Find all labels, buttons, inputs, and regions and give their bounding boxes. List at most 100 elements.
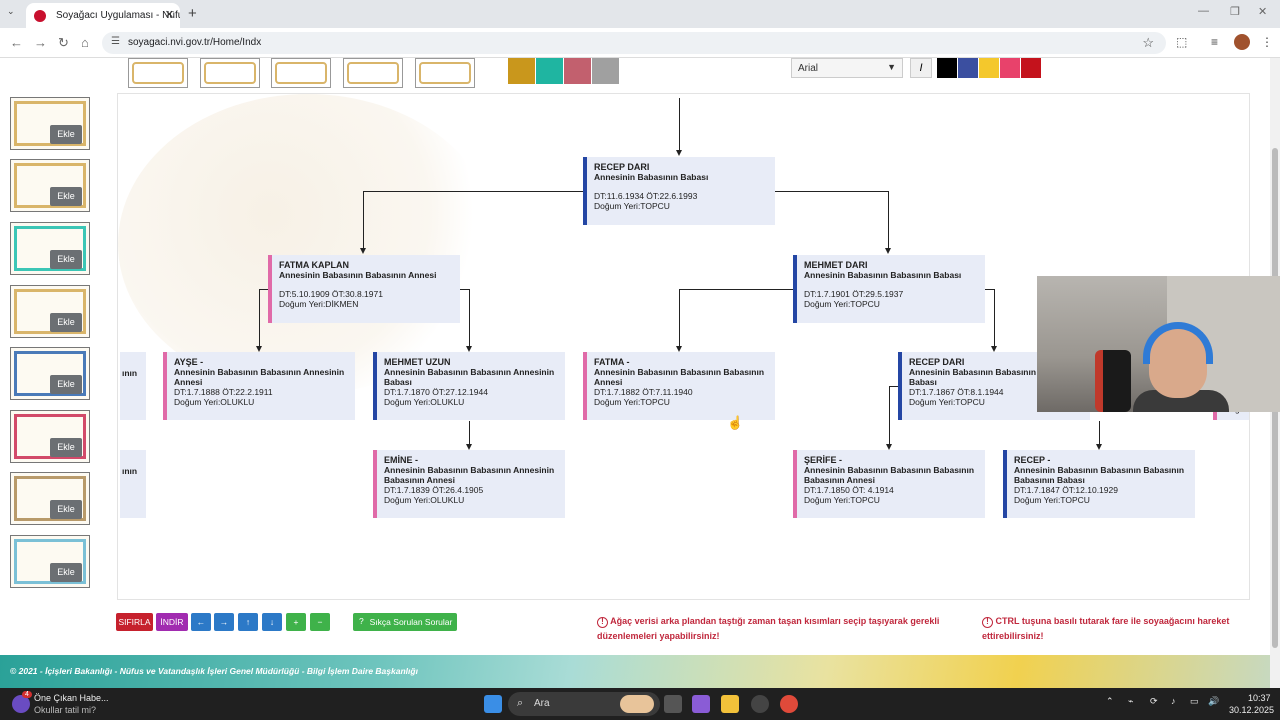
extensions-icon[interactable]: ⬚ xyxy=(1176,35,1187,49)
person-node[interactable]: EMİNE - Annesinin Babasının Babasının An… xyxy=(373,450,565,518)
file-explorer-icon[interactable] xyxy=(721,695,739,713)
frame-option-2[interactable] xyxy=(200,58,260,88)
move-left-button[interactable]: ← xyxy=(191,613,211,631)
ekle-button[interactable]: Ekle xyxy=(50,250,82,269)
chrome-icon[interactable] xyxy=(780,695,798,713)
back-icon[interactable]: ← xyxy=(10,35,23,50)
clock-time[interactable]: 10:37 xyxy=(1248,693,1271,703)
footer-text: © 2021 - İçişleri Bakanlığı - Nüfus ve V… xyxy=(10,666,418,676)
clock-date[interactable]: 30.12.2025 xyxy=(1229,705,1274,715)
news-title[interactable]: Öne Çıkan Habe... xyxy=(34,693,109,703)
person-node[interactable]: FATMA - Annesinin Babasının Babasının Ba… xyxy=(583,352,775,420)
new-tab-button[interactable]: + xyxy=(188,5,197,22)
sync-icon[interactable]: ⟳ xyxy=(1150,696,1158,707)
warning-icon: ! xyxy=(982,617,993,628)
reset-button[interactable]: SIFIRLA xyxy=(116,613,153,631)
template-card: Ekle xyxy=(10,222,90,275)
ekle-button[interactable]: Ekle xyxy=(50,313,82,332)
help-icon: ? xyxy=(359,616,364,626)
ministry-seal-watermark xyxy=(118,94,498,394)
close-window-icon[interactable]: ✕ xyxy=(1258,5,1267,18)
font-select[interactable]: Arial ▼ xyxy=(791,58,903,78)
move-down-button[interactable]: ↓ xyxy=(262,613,282,631)
warning-icon: ! xyxy=(597,617,608,628)
person-node[interactable]: RECEP - Annesinin Babasının Babasının Ba… xyxy=(1003,450,1195,518)
search-highlight-icon xyxy=(620,695,654,713)
faq-button[interactable]: ? Sıkça Sorulan Sorular xyxy=(353,613,457,631)
person-node[interactable]: MEHMET DARI Annesinin Babasının Babasını… xyxy=(793,255,985,323)
tab-title: Soyağacı Uygulaması - Nüfus ve xyxy=(56,10,180,21)
frame-option-1[interactable] xyxy=(128,58,188,88)
italic-button[interactable]: I xyxy=(910,58,932,78)
home-icon[interactable]: ⌂ xyxy=(81,35,89,50)
person-node[interactable]: MEHMET UZUN Annesinin Babasının Babasını… xyxy=(373,352,565,420)
font-color-swatch[interactable] xyxy=(1000,58,1020,78)
template-card: Ekle xyxy=(10,535,90,588)
bg-color-swatch[interactable] xyxy=(564,58,591,84)
url-text: soyagaci.nvi.gov.tr/Home/Indx xyxy=(128,37,262,48)
frame-option-3[interactable] xyxy=(271,58,331,88)
person-node-partial[interactable]: ının xyxy=(120,450,146,518)
webcam-overlay xyxy=(1037,276,1280,412)
ekle-button[interactable]: Ekle xyxy=(50,438,82,457)
ekle-button[interactable]: Ekle xyxy=(50,563,82,582)
copilot-icon[interactable] xyxy=(692,695,710,713)
person-node[interactable]: AYŞE - Annesinin Babasının Babasının Ann… xyxy=(163,352,355,420)
task-view-icon[interactable] xyxy=(664,695,682,713)
frame-option-4[interactable] xyxy=(343,58,403,88)
show-hidden-icons[interactable]: ⌃ xyxy=(1106,696,1114,707)
move-up-button[interactable]: ↑ xyxy=(238,613,258,631)
person-node[interactable]: RECEP DARI Annesinin Babasının Babası DT… xyxy=(583,157,775,225)
person-node[interactable]: FATMA KAPLAN Annesinin Babasının Babasın… xyxy=(268,255,460,323)
info-note-drag: ! Ağaç verisi arka plandan taştığı zaman… xyxy=(597,616,940,641)
hand-cursor-icon: ☝ xyxy=(727,415,744,430)
ekle-button[interactable]: Ekle xyxy=(50,187,82,206)
font-color-swatch[interactable] xyxy=(958,58,978,78)
tab-search-icon[interactable]: ⌄ xyxy=(7,6,15,17)
search-icon: ⌕ xyxy=(517,697,524,709)
browser-tab-strip: ⌄ Soyağacı Uygulaması - Nüfus ve ✕ + — ❐… xyxy=(0,0,1280,28)
site-info-icon[interactable]: ☰ xyxy=(111,36,120,47)
profile-avatar[interactable] xyxy=(1234,34,1250,50)
template-card: Ekle xyxy=(10,159,90,212)
tab-close-icon[interactable]: ✕ xyxy=(165,8,174,21)
ekle-button[interactable]: Ekle xyxy=(50,500,82,519)
windows-start-icon[interactable] xyxy=(484,695,502,713)
network-icon[interactable]: ⌁ xyxy=(1128,696,1133,707)
bg-color-swatch[interactable] xyxy=(592,58,619,84)
person-node[interactable]: ŞERİFE - Annesinin Babasının Babasının B… xyxy=(793,450,985,518)
download-button[interactable]: İNDİR xyxy=(156,613,188,631)
reload-icon[interactable]: ↻ xyxy=(58,35,69,51)
font-color-swatch[interactable] xyxy=(1021,58,1041,78)
move-right-button[interactable]: → xyxy=(214,613,234,631)
template-card: Ekle xyxy=(10,97,90,150)
chevron-down-icon: ▼ xyxy=(887,62,896,72)
template-card: Ekle xyxy=(10,285,90,338)
address-bar[interactable]: ☰ soyagaci.nvi.gov.tr/Home/Indx ☆ xyxy=(102,32,1166,54)
browser-tab[interactable]: Soyağacı Uygulaması - Nüfus ve ✕ xyxy=(26,3,180,28)
recorder-app-icon[interactable] xyxy=(751,695,769,713)
reading-list-icon[interactable]: ≡ xyxy=(1211,35,1218,49)
template-card: Ekle xyxy=(10,347,90,400)
menu-icon[interactable]: ⋮ xyxy=(1261,35,1273,49)
ekle-button[interactable]: Ekle xyxy=(50,125,82,144)
forward-icon[interactable]: → xyxy=(34,35,47,50)
zoom-in-button[interactable]: + xyxy=(286,613,306,631)
bg-color-swatch[interactable] xyxy=(536,58,563,84)
bookmark-star-icon[interactable]: ☆ xyxy=(1142,35,1154,51)
minimize-icon[interactable]: — xyxy=(1198,5,1209,17)
zoom-out-button[interactable]: − xyxy=(310,613,330,631)
volume-icon[interactable]: 🔊 xyxy=(1208,696,1219,707)
font-color-swatch[interactable] xyxy=(979,58,999,78)
person-node-partial[interactable]: ının xyxy=(120,352,146,420)
restore-icon[interactable]: ❐ xyxy=(1230,5,1240,18)
bg-color-swatch[interactable] xyxy=(508,58,535,84)
info-note-ctrl: ! CTRL tuşuna basılı tutarak fare ile so… xyxy=(982,616,1230,641)
frame-option-5[interactable] xyxy=(415,58,475,88)
template-card: Ekle xyxy=(10,410,90,463)
display-icon[interactable]: ▭ xyxy=(1190,696,1199,707)
microphone-icon[interactable]: ♪ xyxy=(1171,696,1176,706)
ekle-button[interactable]: Ekle xyxy=(50,375,82,394)
site-favicon-icon xyxy=(34,10,46,22)
font-color-swatch[interactable] xyxy=(937,58,957,78)
